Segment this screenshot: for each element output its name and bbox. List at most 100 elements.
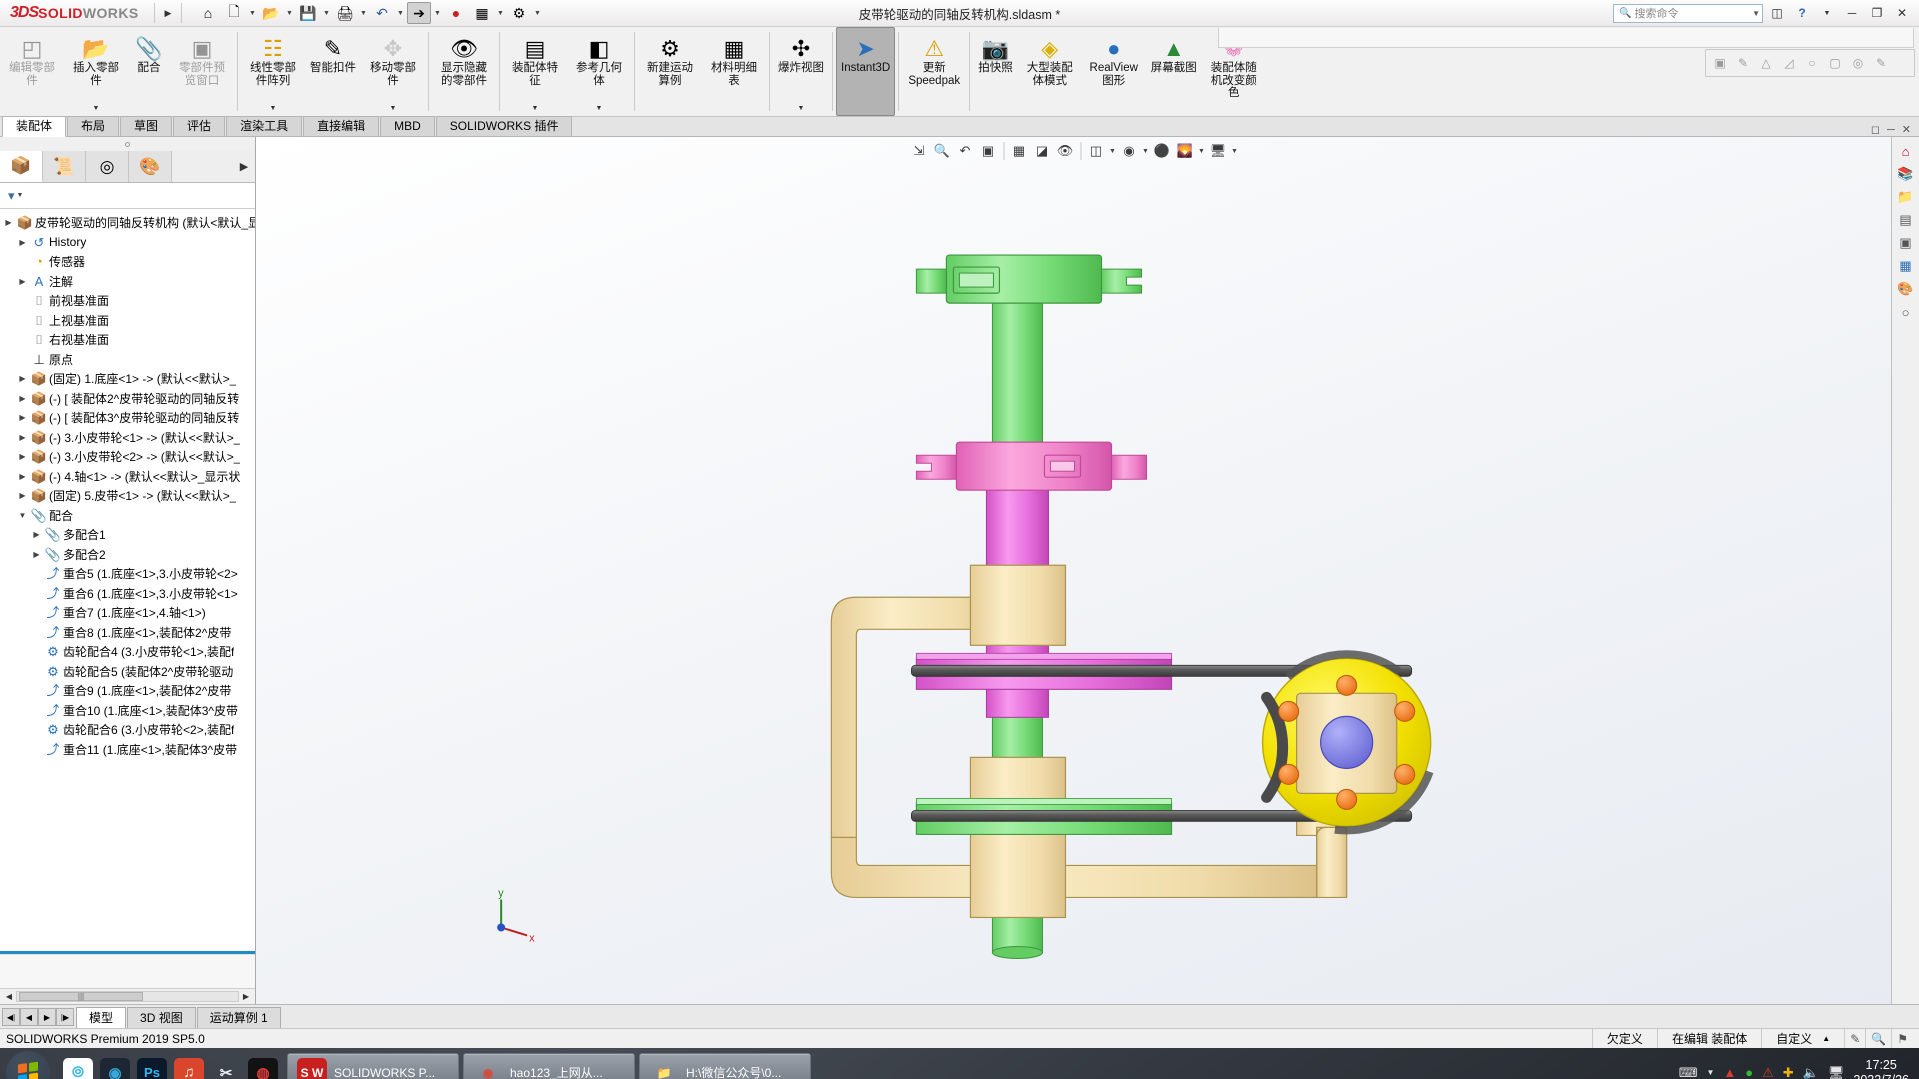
sensor-alert-icon[interactable]: 🔍 — [1865, 1028, 1891, 1049]
ribbon-button-update-speedpak[interactable]: ⚠ 更新Speedpak — [902, 27, 966, 116]
panel-toggle-icon[interactable]: ◫ — [1766, 3, 1788, 23]
print-icon[interactable]: 🖨 — [333, 2, 357, 24]
configuration-manager-tab[interactable]: ◎ — [86, 151, 129, 182]
tree-item[interactable]: ▶ ↺ History — [0, 233, 255, 253]
surface-finish-icon[interactable]: △ — [1755, 52, 1777, 74]
tree-item[interactable]: ⤴ 重合8 (1.底座<1>,装配体2^皮带 — [0, 623, 255, 643]
network-icon[interactable]: 🖥 — [1828, 1065, 1845, 1079]
tree-item[interactable]: ⤴ 重合11 (1.底座<1>,装配体3^皮带 — [0, 740, 255, 760]
measure-icon[interactable]: ✎ — [1844, 1028, 1865, 1049]
chevron-right-icon[interactable]: ▶ — [16, 491, 29, 500]
help-icon[interactable]: ? — [1791, 3, 1813, 23]
tree-item[interactable]: ⌷ 右视基准面 — [0, 330, 255, 350]
chevron-down-icon[interactable]: ▼ — [93, 105, 100, 115]
chevron-down-icon[interactable]: ▼ — [359, 2, 368, 24]
chevron-right-icon[interactable]: ▶ — [16, 452, 29, 461]
command-tab-5[interactable]: 直接编辑 — [303, 116, 380, 136]
select-arrow-icon[interactable]: ➔ — [407, 2, 431, 24]
first-icon[interactable]: ◀| — [2, 1008, 20, 1026]
scroll-track[interactable]: ||| — [16, 991, 239, 1002]
tag-icon[interactable]: ⚑ — [1891, 1028, 1913, 1049]
ribbon-button-realview-graphics[interactable]: ● RealView 图形 — [1082, 27, 1146, 116]
chevron-down-icon[interactable]: ▼ — [322, 2, 331, 24]
document-tab-0[interactable]: 模型 — [76, 1007, 127, 1028]
rebuild-icon[interactable]: ● — [444, 2, 468, 24]
ribbon-button-mate[interactable]: 📎 配合 — [128, 27, 170, 116]
revision-icon[interactable]: ✎ — [1870, 52, 1892, 74]
chevron-right-icon[interactable]: ▶ — [30, 550, 43, 559]
ribbon-button-screen-capture[interactable]: ▲ 屏幕截图 — [1146, 27, 1202, 116]
display-style-icon[interactable]: ◪ — [1031, 140, 1053, 162]
scroll-left-icon[interactable]: ◀ — [2, 992, 16, 1001]
chevron-down-icon[interactable]: ▼ — [496, 2, 505, 24]
tree-item[interactable]: ▶ 📦 (固定) 1.底座<1> -> (默认<<默认>_ — [0, 369, 255, 389]
keyboard-icon[interactable]: ⌨ — [1679, 1065, 1698, 1079]
graphics-area[interactable]: ⇲ 🔍 ↶ ▣ ▦ ◪ 👁 ◫ ▼ ◉ ▼ ⚫ 🌄 ▼ 🖥 ▼ y x — [256, 137, 1891, 1004]
search-input[interactable]: 🔍 搜索命令 ▼ — [1613, 3, 1763, 23]
tree-item[interactable]: ▶ 📎 多配合1 — [0, 525, 255, 545]
ribbon-button-exploded-view[interactable]: ✣ 爆炸视图 ▼ — [773, 27, 829, 116]
chevron-down-icon[interactable]: ▼ — [16, 511, 29, 520]
chevron-right-icon[interactable]: ▶ — [16, 238, 29, 247]
taskbar-window-button[interactable]: 📁 H:\微信公众号\0... — [639, 1052, 811, 1079]
tree-horizontal-scrollbar[interactable]: ◀ ||| ▶ — [0, 988, 255, 1004]
ribbon-button-show-hidden-components[interactable]: 👁 显示隐藏的零部件 — [432, 27, 496, 116]
home-icon[interactable]: ⌂ — [196, 2, 220, 24]
custom-properties-icon[interactable]: ▦ — [1895, 256, 1917, 276]
media-icon[interactable]: ♫ — [174, 1057, 204, 1079]
tree-filter-bar[interactable]: ▾ ▼ — [0, 183, 255, 209]
chevron-down-icon[interactable]: ▼ — [396, 2, 405, 24]
command-tab-6[interactable]: MBD — [380, 116, 435, 136]
tree-item[interactable]: ⊥ 原点 — [0, 350, 255, 370]
chevron-down-icon[interactable]: ▼ — [798, 105, 805, 115]
chevron-down-icon[interactable]: ▼ — [1108, 140, 1117, 162]
chevron-right-icon[interactable]: ▶ — [2, 218, 15, 227]
panel-grip[interactable] — [0, 137, 255, 151]
dimension-icon[interactable]: ▣ — [1709, 52, 1731, 74]
tree-item[interactable]: ⤴ 重合6 (1.底座<1>,3.小皮带轮<1> — [0, 584, 255, 604]
tree-item[interactable]: ▼ 📎 配合 — [0, 506, 255, 526]
feature-manager-tab[interactable]: 📦 — [0, 151, 43, 182]
chevron-down-icon[interactable]: ▼ — [596, 105, 603, 115]
ribbon-button-instant3d[interactable]: ➤ Instant3D — [836, 27, 896, 116]
chevron-right-icon[interactable]: ▶ — [16, 394, 29, 403]
chevron-right-icon[interactable]: ▶ — [16, 277, 29, 286]
chevron-down-icon[interactable]: ▼ — [1230, 140, 1239, 162]
command-tab-3[interactable]: 评估 — [173, 116, 226, 136]
tree-item[interactable]: ⤴ 重合7 (1.底座<1>,4.轴<1>) — [0, 603, 255, 623]
next-icon[interactable]: ▶ — [38, 1008, 56, 1026]
status-custom[interactable]: 自定义 ▲ — [1761, 1028, 1844, 1049]
tree-item[interactable]: ◔ 传感器 — [0, 252, 255, 272]
photoshop-icon[interactable]: Ps — [137, 1057, 167, 1079]
view-settings-icon[interactable]: ◫ — [1085, 140, 1107, 162]
tree-item[interactable]: ⤴ 重合9 (1.底座<1>,装配体2^皮带 — [0, 681, 255, 701]
tree-item[interactable]: ⚙ 齿轮配合6 (3.小皮带轮<2>,装配f — [0, 720, 255, 740]
panel-tabs-more-icon[interactable]: ▶ — [233, 151, 255, 182]
display-manager-tab[interactable]: 🎨 — [129, 151, 172, 182]
tree-item[interactable]: ⤴ 重合10 (1.底座<1>,装配体3^皮带 — [0, 701, 255, 721]
tree-item[interactable]: ⌷ 前视基准面 — [0, 291, 255, 311]
hole-callout-icon[interactable]: ◎ — [1847, 52, 1869, 74]
chevron-down-icon[interactable]: ▼ — [433, 2, 442, 24]
document-tab-1[interactable]: 3D 视图 — [127, 1007, 196, 1028]
maximize-button[interactable]: ❐ — [1866, 3, 1888, 23]
close-icon[interactable]: ✕ — [1902, 123, 1911, 136]
chevron-down-icon[interactable]: ▼ — [285, 2, 294, 24]
ribbon-button-reference-geometry[interactable]: ◧ 参考几何体 ▼ — [567, 27, 631, 116]
color-palette-icon[interactable]: 🎨 — [1895, 279, 1917, 299]
chevron-down-icon[interactable]: ▼ — [17, 192, 24, 199]
note-icon[interactable]: ✎ — [1732, 52, 1754, 74]
taskbar-clock[interactable]: 17:25 2022/7/26 — [1853, 1058, 1909, 1079]
tree-item[interactable]: ▶ 📦 (-) 4.轴<1> -> (默认<<默认>_显示状 — [0, 467, 255, 487]
command-tab-7[interactable]: SOLIDWORKS 插件 — [435, 116, 573, 136]
ribbon-button-new-motion-study[interactable]: ⚙ 新建运动算例 — [638, 27, 702, 116]
document-tab-2[interactable]: 运动算例 1 — [196, 1007, 281, 1028]
zoom-to-area-icon[interactable]: 🔍 — [931, 140, 953, 162]
save-icon[interactable]: 💾 — [296, 2, 320, 24]
ribbon-button-assembly-feature[interactable]: ▤ 装配体特征 ▼ — [503, 27, 567, 116]
apply-scene-icon[interactable]: 🌄 — [1174, 140, 1196, 162]
tree-item[interactable]: ▶ 📦 皮带轮驱动的同轴反转机构 (默认<默认_显 — [0, 213, 255, 233]
chevron-down-icon[interactable]: ▼ — [1197, 140, 1206, 162]
tree-item[interactable]: ▶ 📦 (固定) 5.皮带<1> -> (默认<<默认>_ — [0, 486, 255, 506]
appearances-scenes-icon[interactable]: ▣ — [1895, 233, 1917, 253]
